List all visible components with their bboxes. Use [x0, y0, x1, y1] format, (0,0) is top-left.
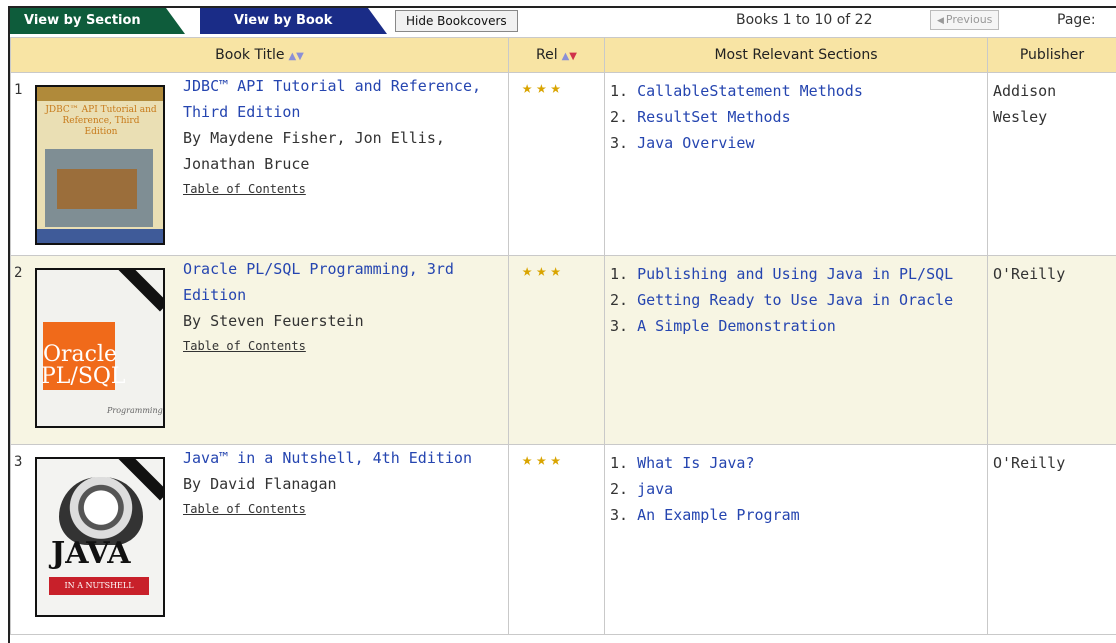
relevance-stars-icon: ★★★ — [522, 78, 565, 98]
section-link[interactable]: 1. CallableStatement Methods — [610, 78, 986, 104]
cover-title: PL/SQL — [41, 364, 126, 389]
row-number: 2 — [14, 265, 23, 281]
book-info: Java™ in a Nutshell, 4th Edition By Davi… — [183, 445, 504, 521]
header-row: Book Title ▲▼ Rel ▲▼ Most Relevant Section… — [10, 37, 1116, 73]
book-cover-image[interactable]: Oracle PL/SQL Programming — [35, 268, 165, 428]
book-authors: By Maydene Fisher, Jon Ellis, Jonathan B… — [183, 129, 445, 173]
tiger-illustration-icon — [59, 477, 143, 545]
header-relevance-label: Rel — [535, 47, 558, 63]
table-of-contents-link[interactable]: Table of Contents — [183, 497, 504, 521]
publisher-name: Addison Wesley — [993, 82, 1057, 126]
sort-arrows-icon[interactable]: ▲▼ — [288, 51, 303, 62]
table-row: 1 JDBC™ API Tutorial and Reference, Thir… — [10, 72, 1116, 256]
table-row: 2 Oracle PL/SQL Programming Oracle PL/SQ… — [10, 255, 1116, 445]
previous-button[interactable]: ◀ Previous — [930, 10, 1000, 30]
relevance-cell: ★★★ — [508, 444, 605, 635]
left-arrow-icon: ◀ — [937, 16, 944, 26]
sections-cell: 1. What Is Java? 2. java 3. An Example P… — [604, 444, 988, 635]
sections-cell: 1. Publishing and Using Java in PL/SQL 2… — [604, 255, 988, 445]
sort-arrows-icon[interactable]: ▲▼ — [562, 51, 577, 62]
section-list: 1. What Is Java? 2. java 3. An Example P… — [606, 446, 986, 528]
page-label: Page: — [1057, 12, 1096, 28]
section-link[interactable]: 1. What Is Java? — [610, 450, 986, 476]
publisher-cell: Addison Wesley — [987, 72, 1116, 256]
header-book-title[interactable]: Book Title ▲▼ — [10, 37, 509, 73]
hide-bookcovers-button[interactable]: Hide Bookcovers — [395, 10, 518, 32]
table-row: 3 JAVA IN A NUTSHELL Java™ in a Nutshell… — [10, 444, 1116, 635]
cover-subtitle: Programming — [107, 406, 163, 415]
book-cell: 3 JAVA IN A NUTSHELL Java™ in a Nutshell… — [10, 444, 509, 635]
publisher-cell: O'Reilly — [987, 444, 1116, 635]
books-count-label: Books 1 to 10 of 22 — [736, 12, 873, 28]
section-list: 1. CallableStatement Methods 2. ResultSe… — [606, 74, 986, 156]
header-sections: Most Relevant Sections — [604, 37, 988, 73]
section-link[interactable]: 3. An Example Program — [610, 502, 986, 528]
section-link[interactable]: 2. Getting Ready to Use Java in Oracle — [610, 287, 986, 313]
results-table: Book Title ▲▼ Rel ▲▼ Most Relevant Section… — [10, 37, 1116, 635]
relevance-stars-icon: ★★★ — [522, 450, 565, 470]
row-number: 3 — [14, 454, 23, 470]
section-link[interactable]: 3. Java Overview — [610, 130, 986, 156]
section-list: 1. Publishing and Using Java in PL/SQL 2… — [606, 257, 986, 339]
publisher-name: O'Reilly — [993, 265, 1066, 283]
row-number: 1 — [14, 82, 23, 98]
header-publisher: Publisher — [987, 37, 1116, 73]
book-authors: By Steven Feuerstein — [183, 312, 364, 330]
tab-view-by-book[interactable]: View by Book — [200, 8, 387, 34]
section-link[interactable]: 1. Publishing and Using Java in PL/SQL — [610, 261, 986, 287]
section-link[interactable]: 3. A Simple Demonstration — [610, 313, 986, 339]
relevance-stars-icon: ★★★ — [522, 261, 565, 281]
book-cover-image[interactable]: JAVA IN A NUTSHELL — [35, 457, 165, 617]
sections-cell: 1. CallableStatement Methods 2. ResultSe… — [604, 72, 988, 256]
toolbar: View by Section View by Book Hide Bookco… — [10, 8, 1116, 36]
relevance-cell: ★★★ — [508, 72, 605, 256]
book-info: JDBC™ API Tutorial and Reference, Third … — [183, 73, 504, 201]
section-link[interactable]: 2. ResultSet Methods — [610, 104, 986, 130]
results-frame: View by Section View by Book Hide Bookco… — [8, 6, 1116, 643]
cover-title: JAVA — [51, 536, 131, 571]
publisher-cell: O'Reilly — [987, 255, 1116, 445]
relevance-cell: ★★★ — [508, 255, 605, 445]
previous-label: Previous — [945, 13, 993, 26]
book-cell: 1 JDBC™ API Tutorial and Reference, Thir… — [10, 72, 509, 256]
book-title-link[interactable]: Oracle PL/SQL Programming, 3rd Edition — [183, 256, 504, 308]
section-link[interactable]: 2. java — [610, 476, 986, 502]
book-title-link[interactable]: Java™ in a Nutshell, 4th Edition — [183, 445, 504, 471]
tab-view-by-section[interactable]: View by Section — [10, 8, 185, 34]
book-title-link[interactable]: JDBC™ API Tutorial and Reference, Third … — [183, 73, 504, 125]
book-authors: By David Flanagan — [183, 475, 337, 493]
book-info: Oracle PL/SQL Programming, 3rd Edition B… — [183, 256, 504, 358]
header-relevance[interactable]: Rel ▲▼ — [508, 37, 605, 73]
header-book-title-label: Book Title — [215, 47, 285, 63]
book-cover-image[interactable]: JDBC™ API Tutorial and Reference, Third … — [35, 85, 165, 245]
table-of-contents-link[interactable]: Table of Contents — [183, 334, 504, 358]
table-of-contents-link[interactable]: Table of Contents — [183, 177, 504, 201]
cover-subtitle: IN A NUTSHELL — [49, 577, 149, 595]
cover-title: JDBC™ API Tutorial and Reference, Third … — [45, 105, 157, 137]
book-cell: 2 Oracle PL/SQL Programming Oracle PL/SQ… — [10, 255, 509, 445]
publisher-name: O'Reilly — [993, 454, 1066, 472]
